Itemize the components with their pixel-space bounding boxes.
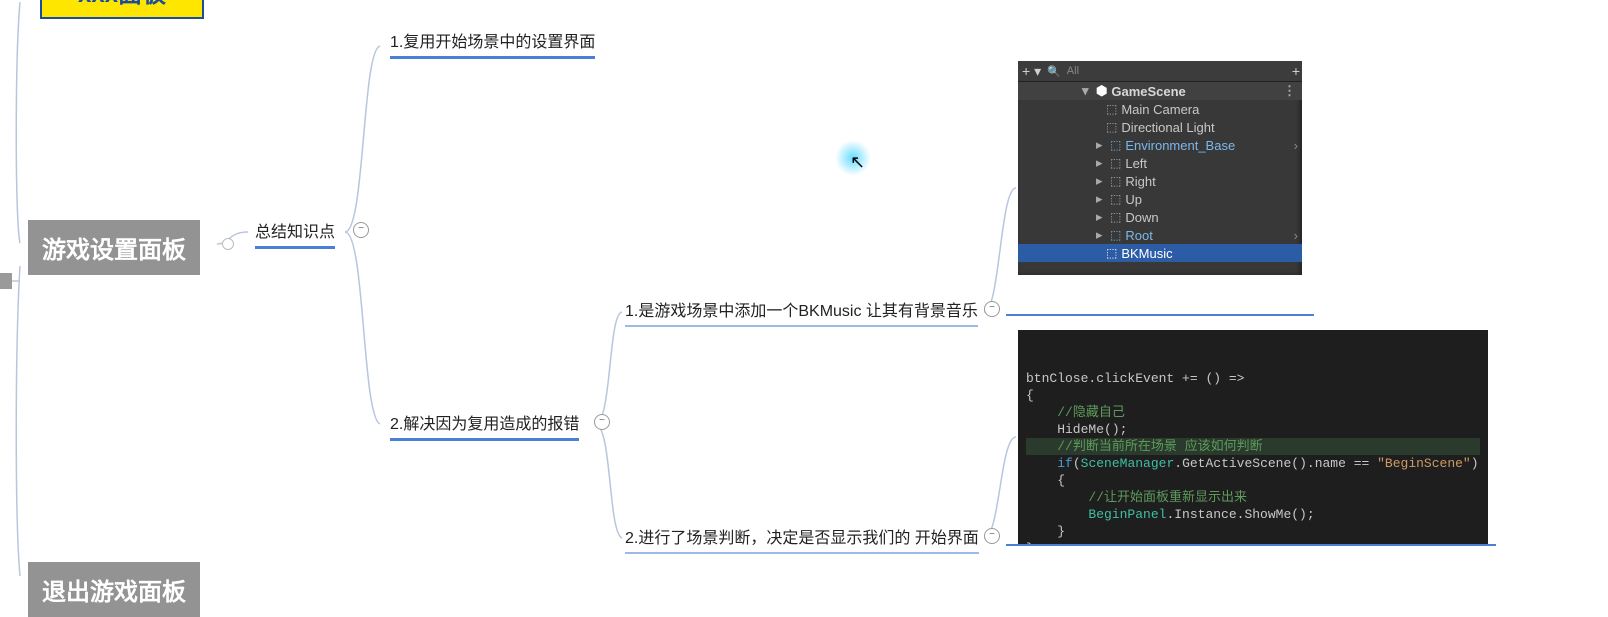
unity-item-label: Left xyxy=(1125,156,1147,171)
unity-hierarchy-panel: + ▾ 🔍 All + ▾ ⬢ GameScene ⋮ ⬚ Main Camera… xyxy=(1018,61,1302,275)
code-line: btnClose.clickEvent += () => xyxy=(1026,370,1480,387)
mindmap-stub xyxy=(0,273,12,289)
unity-toolbar: + ▾ 🔍 All + xyxy=(1018,61,1302,82)
mindmap-main-node[interactable]: 游戏设置面板 xyxy=(28,220,200,275)
chevron-right-icon: ▸ xyxy=(1096,137,1106,153)
cube-icon: ⬚ xyxy=(1110,210,1121,224)
image-divider-1 xyxy=(1006,314,1314,316)
mindmap-leaf2-label: 2.解决因为复用造成的报错 xyxy=(390,416,579,433)
mindmap-branch-label: 总结知识点 xyxy=(255,224,335,241)
code-line: HideMe(); xyxy=(1026,421,1480,438)
code-line: }; xyxy=(1026,540,1480,544)
code-line: } xyxy=(1026,523,1480,540)
chevron-down-icon: ▾ xyxy=(1082,83,1092,99)
plus-icon-right[interactable]: + xyxy=(1292,63,1300,79)
chevron-right-icon[interactable]: › xyxy=(1294,138,1298,153)
plus-icon[interactable]: + ▾ xyxy=(1022,63,1041,80)
image-divider-2 xyxy=(1006,544,1496,546)
code-line: { xyxy=(1026,387,1480,404)
mindmap-main-label: 游戏设置面板 xyxy=(42,237,186,264)
cursor-arrow-icon: ↖ xyxy=(850,152,865,173)
mindmap-root-bottom[interactable]: 退出游戏面板 xyxy=(28,562,200,617)
mindmap-sub1[interactable]: 1.是游戏场景中添加一个BKMusic 让其有背景音乐 xyxy=(625,297,978,327)
cube-icon: ⬚ xyxy=(1110,192,1121,206)
mindmap-leaf2[interactable]: 2.解决因为复用造成的报错 xyxy=(390,410,579,441)
collapse-toggle-3[interactable]: − xyxy=(984,301,1000,317)
mindmap-sub2[interactable]: 2.进行了场景判断，决定是否显示我们的 开始界面 xyxy=(625,524,979,554)
unity-item-label: Right xyxy=(1125,174,1155,189)
mindmap-root-top-label: xxx面板 xyxy=(78,0,166,8)
mindmap-branch[interactable]: 总结知识点 xyxy=(255,218,335,249)
cube-icon: ⬚ xyxy=(1110,228,1121,242)
menu-dots-icon[interactable]: ⋮ xyxy=(1283,83,1296,99)
chevron-right-icon: ▸ xyxy=(1096,173,1106,189)
unity-item-row[interactable]: ▸ ⬚ Root › xyxy=(1018,226,1302,244)
cube-icon: ⬚ xyxy=(1110,138,1121,152)
collapse-toggle-2[interactable]: − xyxy=(594,414,610,430)
search-icon[interactable]: 🔍 xyxy=(1047,65,1061,78)
unity-item-row[interactable]: ▸ ⬚ Right xyxy=(1018,172,1302,190)
unity-item-label: Directional Light xyxy=(1121,120,1214,135)
search-label[interactable]: All xyxy=(1067,65,1298,77)
chevron-right-icon: ▸ xyxy=(1096,227,1106,243)
mindmap-leaf1-label: 1.复用开始场景中的设置界面 xyxy=(390,34,595,51)
mindmap-root-bottom-label: 退出游戏面板 xyxy=(42,579,186,606)
code-line: //判断当前所在场景 应该如何判断 xyxy=(1026,438,1480,455)
unity-item-row[interactable]: ▸ ⬚ Up xyxy=(1018,190,1302,208)
unity-item-row[interactable]: ⬚ BKMusic xyxy=(1018,244,1302,262)
mindmap-leaf1[interactable]: 1.复用开始场景中的设置界面 xyxy=(390,28,595,59)
unity-item-label: Up xyxy=(1125,192,1142,207)
unity-item-label: Environment_Base xyxy=(1125,138,1235,153)
cube-icon: ⬚ xyxy=(1110,156,1121,170)
chevron-right-icon: ▸ xyxy=(1096,209,1106,225)
unity-item-row[interactable]: ⬚ Main Camera xyxy=(1018,100,1302,118)
unity-item-label: Main Camera xyxy=(1121,102,1199,117)
unity-scene-label: GameScene xyxy=(1111,84,1185,99)
unity-item-label: Root xyxy=(1125,228,1152,243)
unity-logo-icon: ⬢ xyxy=(1096,83,1107,99)
unity-item-row[interactable]: ▸ ⬚ Environment_Base › xyxy=(1018,136,1302,154)
collapse-toggle[interactable]: − xyxy=(353,222,369,238)
code-snippet-panel: btnClose.clickEvent += () =>{ //隐藏自己 Hid… xyxy=(1018,330,1488,544)
code-line: if(SceneManager.GetActiveScene().name ==… xyxy=(1026,455,1480,472)
mindmap-sub1-label: 1.是游戏场景中添加一个BKMusic 让其有背景音乐 xyxy=(625,303,978,320)
chevron-right-icon[interactable]: › xyxy=(1294,228,1298,243)
unity-item-row[interactable]: ⬚ Directional Light xyxy=(1018,118,1302,136)
code-line: //隐藏自己 xyxy=(1026,404,1480,421)
mindmap-root-top[interactable]: xxx面板 xyxy=(40,0,204,19)
unity-scene-row[interactable]: ▾ ⬢ GameScene ⋮ xyxy=(1018,82,1302,100)
collapse-toggle-4[interactable]: − xyxy=(984,528,1000,544)
cube-icon: ⬚ xyxy=(1106,120,1117,134)
unity-item-label: BKMusic xyxy=(1121,246,1172,261)
chevron-right-icon: ▸ xyxy=(1096,155,1106,171)
cube-icon: ⬚ xyxy=(1110,174,1121,188)
code-line: { xyxy=(1026,472,1480,489)
unity-item-row[interactable]: ▸ ⬚ Left xyxy=(1018,154,1302,172)
connection-dot xyxy=(222,238,234,250)
code-line: //让开始面板重新显示出来 xyxy=(1026,489,1480,506)
cube-icon: ⬚ xyxy=(1106,246,1117,260)
chevron-right-icon: ▸ xyxy=(1096,191,1106,207)
unity-item-label: Down xyxy=(1125,210,1158,225)
code-line: BeginPanel.Instance.ShowMe(); xyxy=(1026,506,1480,523)
unity-item-row[interactable]: ▸ ⬚ Down xyxy=(1018,208,1302,226)
cube-icon: ⬚ xyxy=(1106,102,1117,116)
mindmap-sub2-label: 2.进行了场景判断，决定是否显示我们的 开始界面 xyxy=(625,530,979,547)
